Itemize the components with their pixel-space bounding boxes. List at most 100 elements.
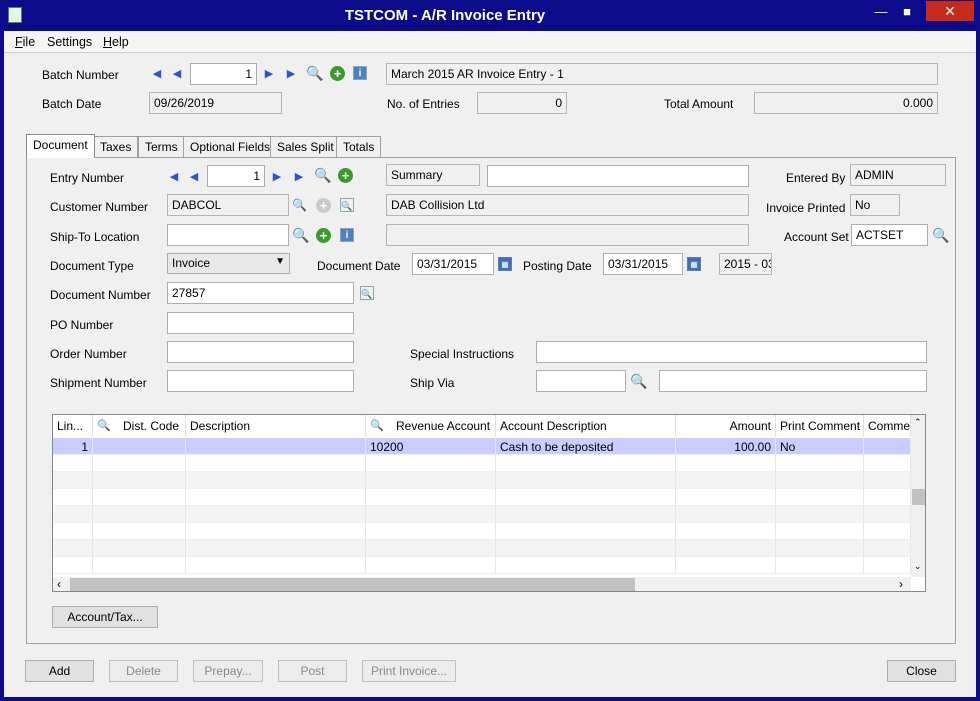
empty-row[interactable] xyxy=(53,489,911,506)
next-icon[interactable]: ▶ xyxy=(270,170,284,184)
cell-revenue-account: 10200 xyxy=(366,438,496,455)
empty-row[interactable] xyxy=(53,455,911,472)
posting-date-input[interactable]: 03/31/2015 xyxy=(603,253,683,275)
customer-number-label: Customer Number xyxy=(50,200,149,214)
search-icon[interactable]: 🔍 xyxy=(292,228,309,242)
document-number-input[interactable]: 27857 xyxy=(167,282,354,304)
empty-row[interactable] xyxy=(53,540,911,557)
zoom-icon[interactable]: 🔍 xyxy=(340,198,354,212)
zoom-icon[interactable]: 🔍 xyxy=(360,286,374,300)
cell-account-description: Cash to be deposited xyxy=(496,438,676,455)
order-number-label: Order Number xyxy=(50,347,127,361)
info-icon[interactable]: i xyxy=(340,228,354,242)
cell-amount: 100.00 xyxy=(676,438,776,455)
tab-taxes[interactable]: Taxes xyxy=(93,136,139,157)
prepay-button: Prepay... xyxy=(193,660,263,682)
po-number-input[interactable] xyxy=(167,312,354,334)
search-icon[interactable]: 🔍 xyxy=(630,374,647,388)
search-icon[interactable]: 🔍 xyxy=(97,419,111,433)
add-icon[interactable]: + xyxy=(330,66,345,81)
add-icon[interactable]: + xyxy=(316,228,331,243)
first-icon[interactable]: ◀ xyxy=(167,170,181,184)
entries-value: 0 xyxy=(477,92,567,114)
horizontal-scrollbar[interactable]: ‹ › xyxy=(53,577,911,591)
document-type-select[interactable]: Invoice ▼ xyxy=(167,253,290,274)
column-header[interactable]: Lin... xyxy=(53,415,93,437)
tab-optional-fields[interactable]: Optional Fields xyxy=(183,136,278,157)
tab-document[interactable]: Document xyxy=(26,134,95,158)
scroll-down-icon[interactable]: ⌄ xyxy=(914,561,922,572)
search-icon[interactable]: 🔍 xyxy=(314,168,331,182)
close-button[interactable]: Close xyxy=(887,660,956,682)
empty-cell xyxy=(93,455,186,472)
entry-number-label: Entry Number xyxy=(50,171,125,185)
vertical-scrollbar[interactable]: ⌃ ⌄ xyxy=(911,415,925,577)
last-icon[interactable]: ▶ xyxy=(284,67,298,81)
empty-cell xyxy=(776,557,864,574)
entry-number-input[interactable]: 1 xyxy=(207,165,265,187)
empty-cell xyxy=(864,455,911,472)
search-icon[interactable]: 🔍 xyxy=(370,419,384,433)
ship-to-input[interactable] xyxy=(167,224,289,246)
scroll-right-icon[interactable]: › xyxy=(899,577,903,591)
minimize-button[interactable]: — xyxy=(868,4,894,22)
column-header[interactable]: Print Comment xyxy=(776,415,864,437)
empty-cell xyxy=(93,489,186,506)
last-icon[interactable]: ▶ xyxy=(292,170,306,184)
invoice-printed-label: Invoice Printed xyxy=(766,201,846,215)
empty-row[interactable] xyxy=(53,557,911,574)
empty-cell xyxy=(366,506,496,523)
empty-cell xyxy=(776,523,864,540)
title-bar: TSTCOM - A/R Invoice Entry — ■ ✕ xyxy=(0,0,980,31)
calendar-icon[interactable]: ▦ xyxy=(498,257,512,271)
tab-sales-split[interactable]: Sales Split xyxy=(270,136,341,157)
cell-comment xyxy=(864,438,911,455)
empty-row[interactable] xyxy=(53,523,911,540)
maximize-button[interactable]: ■ xyxy=(894,4,920,22)
scroll-left-icon[interactable]: ‹ xyxy=(57,577,61,591)
add-icon[interactable]: + xyxy=(338,168,353,183)
menu-help[interactable]: Help xyxy=(103,35,129,49)
next-icon[interactable]: ▶ xyxy=(262,67,276,81)
empty-cell xyxy=(186,523,366,540)
search-icon[interactable]: 🔍 xyxy=(932,228,949,242)
add-button[interactable]: Add xyxy=(25,660,94,682)
table-row[interactable]: 1 10200 Cash to be deposited 100.00 No xyxy=(53,438,911,455)
scroll-thumb[interactable] xyxy=(70,578,635,591)
detail-grid[interactable]: Lin... Dist. Code 🔍 Description Revenue … xyxy=(52,414,926,592)
po-number-label: PO Number xyxy=(50,318,114,332)
summary-input[interactable] xyxy=(487,165,749,187)
column-header[interactable]: Commen xyxy=(864,415,911,437)
order-number-input[interactable] xyxy=(167,341,354,363)
account-set-input[interactable]: ACTSET xyxy=(851,224,928,246)
batch-date: 09/26/2019 xyxy=(149,92,282,114)
info-icon[interactable]: i xyxy=(353,66,367,80)
scroll-thumb[interactable] xyxy=(912,489,925,505)
first-icon[interactable]: ◀ xyxy=(150,67,164,81)
column-header[interactable]: Account Description xyxy=(496,415,676,437)
calendar-icon[interactable]: ▦ xyxy=(687,257,701,271)
window-close-button[interactable]: ✕ xyxy=(926,1,974,21)
column-header[interactable]: Revenue Account xyxy=(366,415,496,437)
document-date-input[interactable]: 03/31/2015 xyxy=(412,253,494,275)
special-instructions-input[interactable] xyxy=(536,341,927,363)
previous-icon[interactable]: ◀ xyxy=(170,67,184,81)
empty-row[interactable] xyxy=(53,506,911,523)
column-header[interactable]: Description xyxy=(186,415,366,437)
menu-file[interactable]: File xyxy=(15,35,35,49)
scroll-up-icon[interactable]: ⌃ xyxy=(914,417,922,428)
batch-number-input[interactable]: 1 xyxy=(190,63,257,85)
ship-via-description[interactable] xyxy=(659,370,927,392)
cell-dist-code xyxy=(93,438,186,455)
menu-settings[interactable]: Settings xyxy=(47,35,92,49)
column-header[interactable]: Amount xyxy=(676,415,776,437)
empty-cell xyxy=(676,472,776,489)
shipment-number-input[interactable] xyxy=(167,370,354,392)
ship-via-input[interactable] xyxy=(536,370,626,392)
tab-terms[interactable]: Terms xyxy=(138,136,185,157)
account-tax-button[interactable]: Account/Tax... xyxy=(52,606,158,628)
tab-totals[interactable]: Totals xyxy=(336,136,382,157)
empty-row[interactable] xyxy=(53,472,911,489)
search-icon[interactable]: 🔍 xyxy=(306,66,323,80)
previous-icon[interactable]: ◀ xyxy=(187,170,201,184)
